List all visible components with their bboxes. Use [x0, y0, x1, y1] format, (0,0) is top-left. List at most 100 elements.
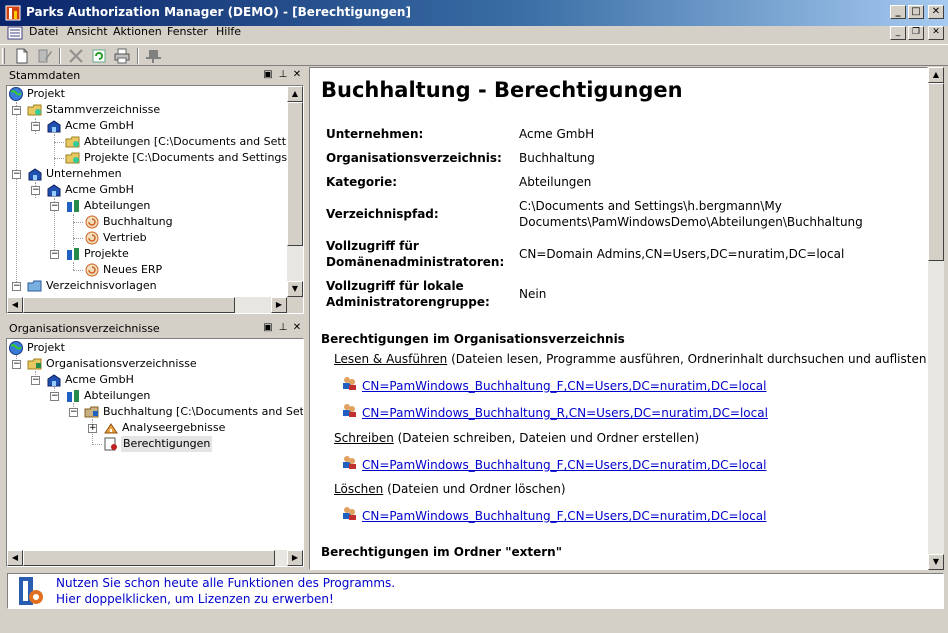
collapse-icon[interactable]: − — [50, 250, 59, 259]
group-link[interactable]: CN=PamWindows_Buchhaltung_F,CN=Users,DC=… — [362, 509, 766, 523]
mdi-restore-button[interactable]: ❐ — [908, 26, 924, 40]
mdi-minimize-button[interactable]: _ — [890, 26, 906, 40]
group-link[interactable]: CN=PamWindows_Buchhaltung_F,CN=Users,DC=… — [362, 379, 766, 393]
pin-icon[interactable] — [143, 47, 163, 65]
tree-item-abteilungen-path[interactable]: Abteilungen [C:\Documents and Settings\h — [7, 134, 303, 150]
permission-desc: (Dateien lesen, Programme ausführen, Ord… — [447, 352, 928, 366]
collapse-icon[interactable]: − — [31, 122, 40, 131]
globe-icon — [9, 87, 23, 101]
permission-desc: (Dateien schreiben, Dateien und Ordner e… — [393, 431, 700, 445]
tree-item-organisationsverzeichnisse[interactable]: − Organisationsverzeichnisse — [7, 356, 287, 372]
horizontal-scrollbar[interactable]: ◀ ▶ — [7, 550, 303, 566]
tree-item-acme[interactable]: − Acme GmbH — [7, 182, 287, 198]
menu-hilfe[interactable]: Hilfe — [216, 25, 241, 38]
tree-item-acme[interactable]: − Acme GmbH — [7, 372, 287, 388]
tree-item-analyseergebnisse[interactable]: + Analyseergebnisse — [7, 420, 287, 436]
collapse-icon[interactable]: − — [31, 186, 40, 195]
app-icon — [5, 5, 21, 21]
group-link[interactable]: CN=PamWindows_Buchhaltung_F,CN=Users,DC=… — [362, 458, 766, 472]
scroll-down-button[interactable]: ▼ — [928, 554, 944, 570]
edit-icon[interactable] — [35, 47, 55, 65]
license-action[interactable]: Hier doppelklicken, um Lizenzen zu erwer… — [56, 592, 334, 606]
collapse-icon[interactable]: − — [69, 408, 78, 417]
collapse-icon[interactable]: − — [12, 360, 21, 369]
spiral-icon — [85, 231, 99, 245]
vertical-scrollbar[interactable]: ▲ ▼ — [287, 86, 303, 297]
stammdaten-tree: Projekt − Stammverzeichnisse − Acme GmbH… — [6, 85, 304, 314]
pin-panel-icon[interactable]: ⊥ — [277, 322, 289, 334]
close-button[interactable]: ✕ — [928, 5, 944, 19]
collapse-icon[interactable]: − — [31, 376, 40, 385]
prop-label: Organisationsverzeichnis: — [326, 151, 502, 165]
tree-label: Abteilungen [C:\Documents and Settings\h — [84, 135, 304, 148]
scroll-right-button[interactable]: ▶ — [271, 297, 287, 313]
refresh-icon[interactable] — [89, 47, 109, 65]
new-document-icon[interactable] — [12, 47, 32, 65]
scroll-left-button[interactable]: ◀ — [7, 297, 23, 313]
folder-network-icon — [65, 152, 80, 164]
content-vertical-scrollbar[interactable]: ▲ ▼ — [928, 67, 944, 570]
mdi-close-button[interactable]: ✕ — [928, 26, 944, 40]
expand-icon[interactable]: + — [88, 424, 97, 433]
tree-item-abteilungen[interactable]: − Abteilungen — [7, 388, 287, 404]
print-icon[interactable] — [112, 47, 132, 65]
tree-item-unternehmen[interactable]: − Unternehmen — [7, 166, 287, 182]
pin-panel-icon[interactable]: ⊥ — [277, 69, 289, 81]
title-bar[interactable]: Parks Authorization Manager (DEMO) - [Be… — [0, 0, 948, 26]
collapse-icon[interactable]: − — [50, 202, 59, 211]
tree-label: Buchhaltung — [103, 215, 173, 228]
float-icon[interactable]: ▣ — [262, 322, 274, 334]
tree-item-acme[interactable]: − Acme GmbH — [7, 118, 287, 134]
tree-item-buchhaltung-path[interactable]: − Buchhaltung [C:\Documents and Settings… — [7, 404, 303, 420]
scroll-thumb[interactable] — [23, 297, 235, 313]
menu-aktionen[interactable]: Aktionen — [113, 25, 162, 38]
tree-label: Abteilungen — [84, 199, 151, 212]
maximize-button[interactable]: □ — [908, 5, 924, 19]
license-banner[interactable]: Nutzen Sie schon heute alle Funktionen d… — [7, 573, 944, 609]
collapse-icon[interactable]: − — [12, 282, 21, 291]
permission-name: Löschen — [334, 482, 384, 496]
close-panel-icon[interactable]: ✕ — [291, 322, 303, 334]
tree-label: Projekte [C:\Documents and Settings\h.be — [84, 151, 304, 164]
scroll-thumb[interactable] — [23, 550, 275, 566]
close-panel-icon[interactable]: ✕ — [291, 69, 303, 81]
menu-ansicht[interactable]: Ansicht — [67, 25, 108, 38]
tree-item-abteilungen[interactable]: − Abteilungen — [7, 198, 287, 214]
tree-item-stammverzeichnisse[interactable]: − Stammverzeichnisse — [7, 102, 287, 118]
tree-item-buchhaltung[interactable]: Buchhaltung — [7, 214, 287, 230]
menu-datei[interactable]: Datei — [29, 25, 58, 38]
document-menu-icon[interactable] — [7, 26, 23, 40]
tree-label: Projekt — [27, 341, 65, 354]
tree-item-projekt[interactable]: Projekt — [7, 340, 287, 356]
tree-label: Stammverzeichnisse — [46, 103, 161, 116]
tree-item-vertrieb[interactable]: Vertrieb — [7, 230, 287, 246]
scroll-thumb[interactable] — [287, 102, 303, 246]
tree-item-berechtigungen[interactable]: Berechtigungen — [7, 436, 287, 452]
scroll-thumb[interactable] — [928, 83, 944, 261]
tree-item-neues-erp[interactable]: Neues ERP — [7, 262, 287, 278]
minimize-button[interactable]: _ — [890, 5, 906, 19]
horizontal-scrollbar[interactable]: ◀ ▶ — [7, 297, 287, 313]
tree-item-projekt[interactable]: Projekt — [7, 86, 287, 102]
scroll-right-button[interactable]: ▶ — [287, 550, 303, 566]
analysis-icon — [104, 423, 118, 434]
tree-item-verzeichnisvorlagen[interactable]: − Verzeichnisvorlagen — [7, 278, 287, 294]
scroll-up-button[interactable]: ▲ — [287, 86, 303, 102]
delete-icon[interactable] — [66, 47, 86, 65]
tree-item-projekte-path[interactable]: Projekte [C:\Documents and Settings\h.be — [7, 150, 303, 166]
toolbar-grip[interactable] — [2, 48, 5, 64]
group-icon — [343, 404, 356, 417]
menu-fenster[interactable]: Fenster — [167, 25, 208, 38]
scroll-up-button[interactable]: ▲ — [928, 67, 944, 83]
panel-header-org: Organisationsverzeichnisse ▣ ⊥ ✕ — [4, 321, 305, 337]
collapse-icon[interactable]: − — [12, 170, 21, 179]
prop-value: Documents\PamWindowsDemo\Abteilungen\Buc… — [519, 215, 863, 229]
scroll-left-button[interactable]: ◀ — [7, 550, 23, 566]
folder-network-icon — [27, 104, 42, 116]
tree-item-projekte[interactable]: − Projekte — [7, 246, 287, 262]
float-icon[interactable]: ▣ — [262, 69, 274, 81]
collapse-icon[interactable]: − — [50, 392, 59, 401]
scroll-down-button[interactable]: ▼ — [287, 281, 303, 297]
collapse-icon[interactable]: − — [12, 106, 21, 115]
group-link[interactable]: CN=PamWindows_Buchhaltung_R,CN=Users,DC=… — [362, 406, 768, 420]
